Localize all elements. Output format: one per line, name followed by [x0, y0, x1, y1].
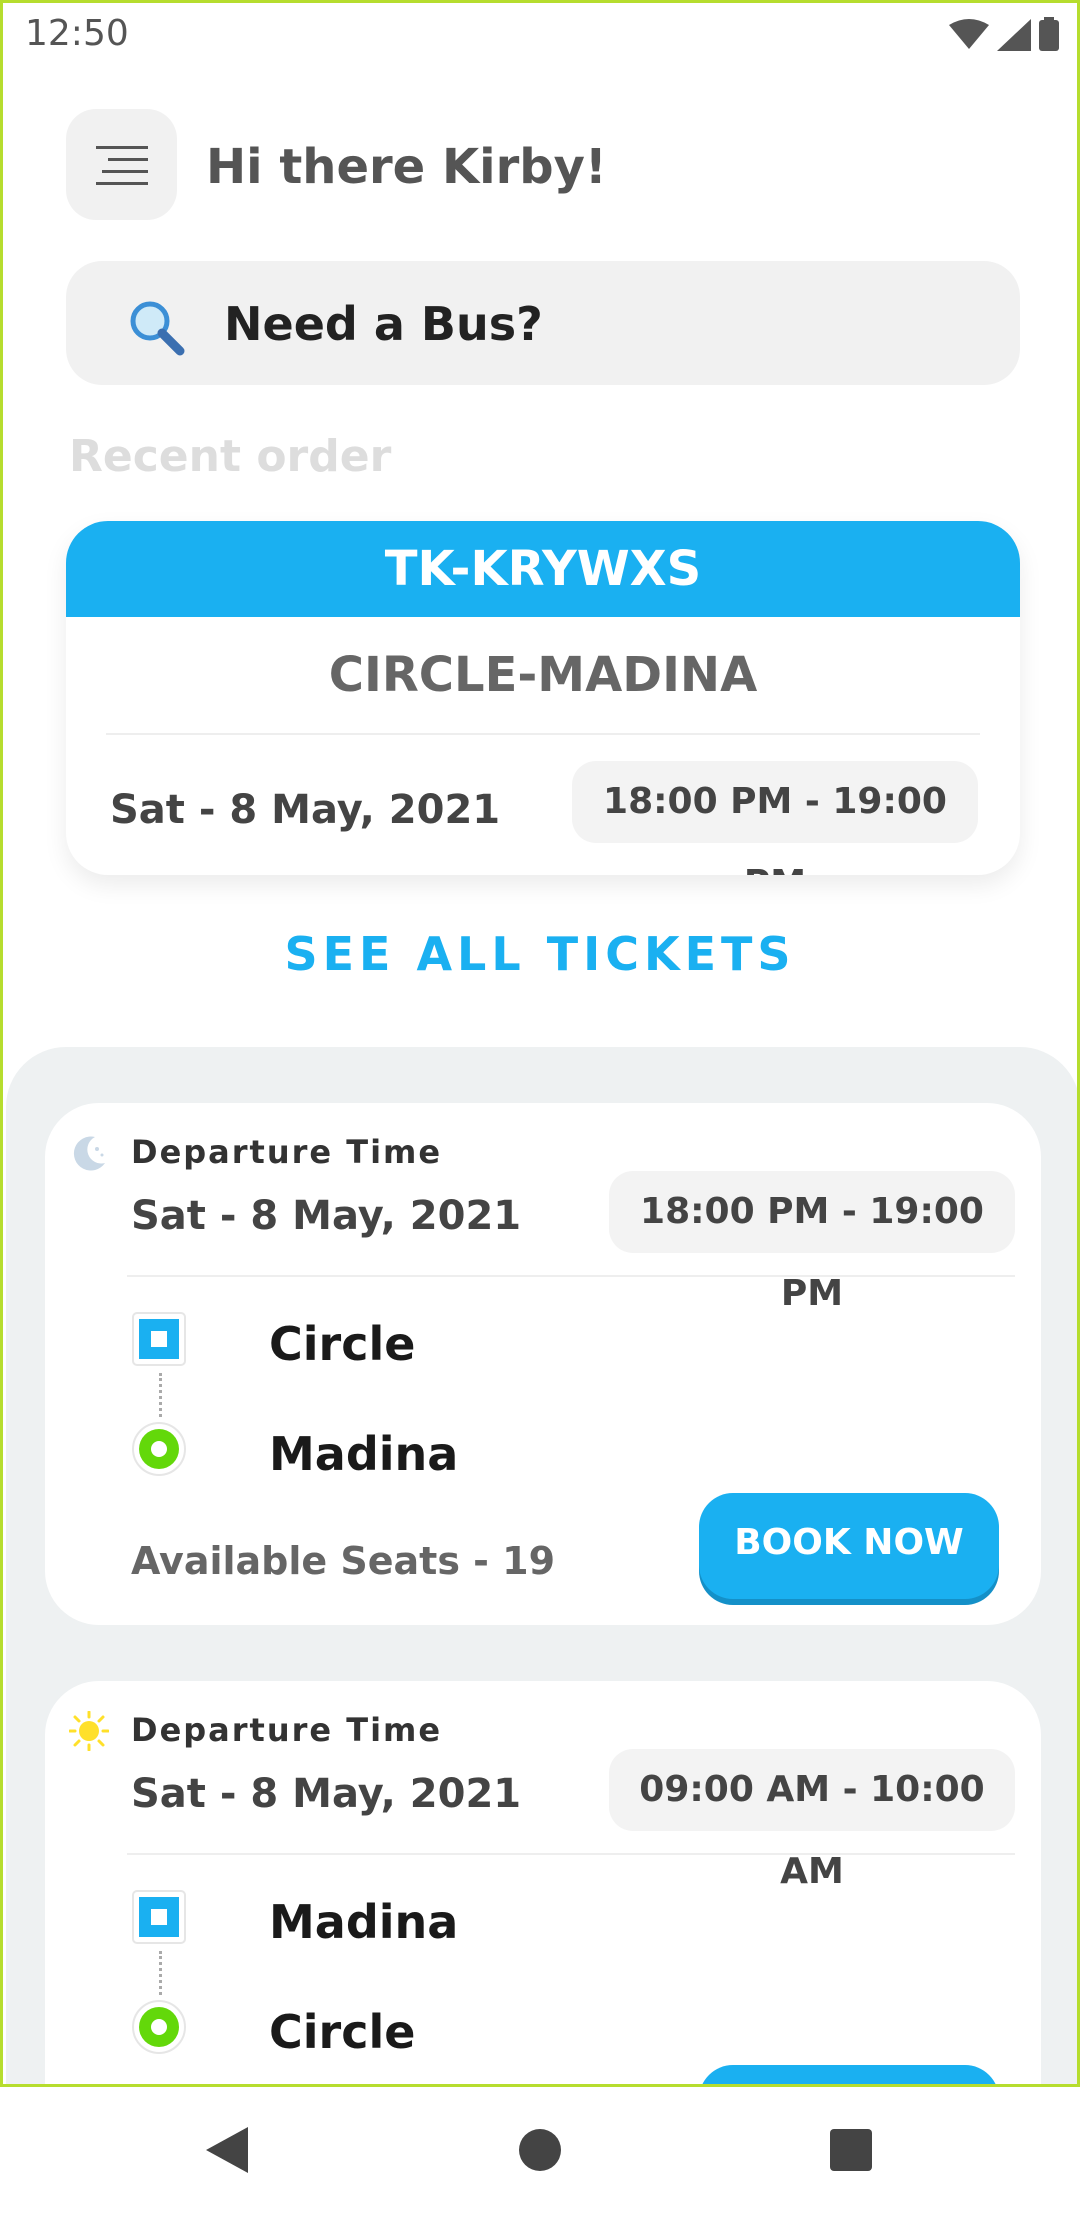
- order-time: 18:00 PM - 19:00 PM: [572, 761, 978, 875]
- divider: [127, 1275, 1015, 1277]
- navigation-bar: [0, 2087, 1080, 2220]
- origin-marker-icon: [132, 1312, 186, 1366]
- recents-icon[interactable]: [828, 2125, 874, 2175]
- app-frame: 12:50 Hi there Kirby! Need a Bus? Recent…: [0, 0, 1080, 2087]
- see-all-tickets-link[interactable]: SEE ALL TICKETS: [3, 927, 1077, 981]
- order-date: Sat - 8 May, 2021: [110, 787, 501, 833]
- origin-name: Circle: [269, 1317, 416, 1371]
- status-icons: [949, 17, 1059, 51]
- route-line: [159, 1951, 162, 1995]
- recent-order-card[interactable]: TK-KRYWXS CIRCLE-MADINA Sat - 8 May, 202…: [66, 521, 1020, 875]
- home-icon[interactable]: [518, 2125, 562, 2175]
- destination-name: Circle: [269, 2005, 416, 2059]
- order-route: CIRCLE-MADINA: [328, 647, 758, 703]
- sun-icon: [69, 1711, 109, 1751]
- menu-button[interactable]: [66, 109, 177, 220]
- greeting-title: Hi there Kirby!: [206, 139, 607, 195]
- ticket-code: TK-KRYWXS: [66, 521, 1020, 617]
- available-seats: Available Seats - 19: [131, 1539, 556, 1583]
- battery-icon: [1039, 17, 1059, 51]
- search-placeholder: Need a Bus?: [224, 297, 543, 351]
- origin-name: Madina: [269, 1895, 459, 1949]
- search-bar[interactable]: Need a Bus?: [66, 261, 1020, 385]
- destination-marker-icon: [132, 2000, 186, 2054]
- departure-date: Sat - 8 May, 2021: [131, 1771, 522, 1817]
- moon-icon: [73, 1136, 105, 1171]
- wifi-icon: [949, 19, 989, 49]
- destination-marker-icon: [132, 1422, 186, 1476]
- signal-icon: [997, 19, 1031, 51]
- book-now-button[interactable]: [699, 2065, 999, 2084]
- trip-card: Departure Time Sat - 8 May, 2021 18:00 P…: [45, 1103, 1041, 1625]
- divider: [127, 1853, 1015, 1855]
- search-icon: [130, 301, 185, 356]
- back-icon[interactable]: [204, 2125, 250, 2175]
- menu-icon: [95, 145, 148, 185]
- departure-time: 18:00 PM - 19:00 PM: [609, 1171, 1015, 1314]
- destination-name: Madina: [269, 1427, 459, 1481]
- departure-label: Departure Time: [131, 1711, 443, 1749]
- divider: [106, 733, 980, 735]
- status-bar: 12:50: [3, 3, 1077, 69]
- recent-order-label: Recent order: [69, 431, 392, 482]
- book-now-button[interactable]: BOOK NOW: [699, 1493, 999, 1599]
- origin-marker-icon: [132, 1890, 186, 1944]
- departure-date: Sat - 8 May, 2021: [131, 1193, 522, 1239]
- route-line: [159, 1373, 162, 1417]
- departure-label: Departure Time: [131, 1133, 443, 1171]
- status-time: 12:50: [25, 13, 129, 54]
- trip-card: Departure Time Sat - 8 May, 2021 09:00 A…: [45, 1681, 1041, 2084]
- departure-time: 09:00 AM - 10:00 AM: [609, 1749, 1015, 1892]
